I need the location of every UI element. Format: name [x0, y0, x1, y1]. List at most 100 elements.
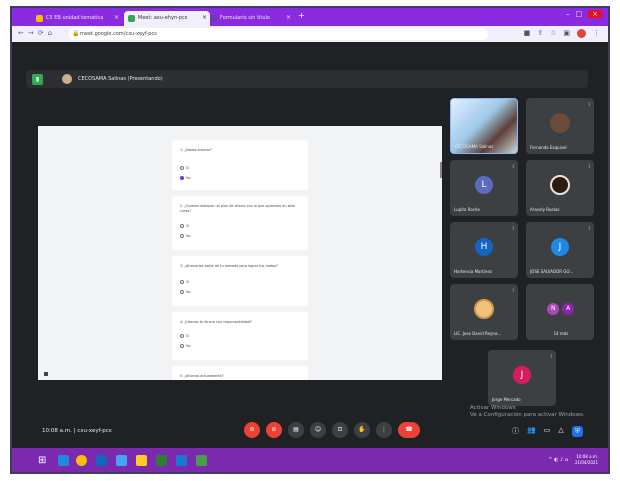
camera-off-icon[interactable]: ⊘	[266, 422, 282, 438]
participant-photo	[550, 112, 570, 133]
mic-off-icon[interactable]: ⊘	[244, 422, 260, 438]
participant-tile[interactable]: ⁞ L Lupita Roche	[450, 160, 518, 216]
file-explorer-icon[interactable]	[136, 455, 147, 466]
hang-up-icon[interactable]: ☎	[398, 422, 420, 438]
star-icon[interactable]: ☆	[550, 29, 556, 38]
taskbar-clock[interactable]: 10:08 a.m. 21/04/2021	[575, 454, 598, 466]
participant-avatar: L	[475, 175, 493, 194]
excel-icon[interactable]	[156, 455, 167, 466]
participant-name: JOSE SALVADOR GO...	[530, 269, 574, 274]
classroom-favicon-icon	[36, 15, 43, 22]
close-tab-icon[interactable]: ×	[114, 14, 119, 21]
radio-icon[interactable]	[180, 344, 184, 348]
edge-icon[interactable]	[58, 455, 69, 466]
address-bar[interactable]: 🔒 meet.google.com/cxu-xeyf-pcs	[68, 28, 488, 40]
option-yes[interactable]: Sí	[180, 280, 189, 284]
browser-toolbar: ←→⟳⌂ 🔒 meet.google.com/cxu-xeyf-pcs ■ ⇪ …	[12, 26, 608, 42]
participant-tile[interactable]: ⁞ J Jorge Mercado	[488, 350, 556, 406]
menu-dots-icon[interactable]: ⋮	[593, 29, 600, 38]
meeting-time: 10:08 a.m.	[42, 428, 72, 434]
option-label: Sí	[186, 224, 190, 228]
emoji-icon[interactable]: ☺	[310, 422, 326, 438]
muted-mic-icon: ⁞	[588, 226, 590, 232]
radio-icon[interactable]	[180, 290, 184, 294]
extensions-icon[interactable]: ▣	[563, 29, 570, 38]
app-icon[interactable]	[196, 455, 207, 466]
option-yes[interactable]: Sí	[180, 166, 189, 170]
window-close-icon[interactable]: ×	[588, 10, 602, 18]
question-card: 5. ¿Ahorras actualmente?	[172, 366, 308, 380]
participant-name: CECOSAMA Salinas	[455, 144, 494, 149]
browser-tab-classroom[interactable]: C5 EB unidad tematica ×	[32, 11, 122, 26]
form-scrollbar[interactable]	[440, 162, 442, 178]
browser-tab-forms[interactable]: Formulario sin titulo ×	[206, 11, 294, 26]
radio-selected-icon[interactable]	[180, 176, 184, 180]
captions-icon[interactable]: ▤	[288, 422, 304, 438]
system-tray-icons[interactable]: ^ ◐ ♪ ⌂	[548, 457, 568, 463]
question-card: 2. ¿Quieres elaborar un plan de ahorro c…	[172, 196, 308, 250]
people-icon[interactable]: 👥	[527, 426, 536, 437]
option-no[interactable]: No	[180, 290, 191, 294]
option-yes[interactable]: Sí	[180, 334, 189, 338]
presentation-indicator	[44, 372, 48, 376]
navigation-icons[interactable]: ←→⟳⌂	[18, 29, 56, 37]
more-participants-label: 14 más	[553, 331, 569, 336]
windows-taskbar: ⊞ ^ ◐ ♪ ⌂ 10:08 a.m. 21/04/2021	[12, 448, 608, 472]
participant-name: Lupita Roche	[454, 207, 480, 212]
radio-icon[interactable]	[180, 280, 184, 284]
participant-tile[interactable]: ⁞ J JOSE SALVADOR GO...	[526, 222, 594, 278]
meet-favicon-icon	[128, 15, 135, 22]
word-icon[interactable]	[176, 455, 187, 466]
participant-tile[interactable]: ⁞ Aracely Ruelas	[526, 160, 594, 216]
option-no[interactable]: No	[180, 344, 191, 348]
call-controls: ⊘ ⊘ ▤ ☺ ⊡ ✋ ⋮ ☎	[244, 422, 420, 438]
participant-tile[interactable]: ⁞ H Hortensia Martinez	[450, 222, 518, 278]
camera-indicator-icon[interactable]: ■	[524, 29, 531, 38]
chrome-icon[interactable]	[76, 455, 87, 466]
profile-avatar[interactable]	[577, 29, 586, 38]
option-label: Sí	[186, 280, 190, 284]
radio-icon[interactable]	[180, 224, 184, 228]
option-no[interactable]: No	[180, 234, 191, 238]
outlook-icon[interactable]	[96, 455, 107, 466]
side-controls: ⓘ 👥 ▭ △ ⛨	[512, 426, 583, 437]
mail-icon[interactable]	[116, 455, 127, 466]
radio-icon[interactable]	[180, 166, 184, 170]
option-label: Sí	[186, 166, 190, 170]
windows-start-icon[interactable]: ⊞	[38, 455, 46, 466]
participant-tile[interactable]: ⁞ LIC. Jose David Reyna...	[450, 284, 518, 340]
raise-hand-icon[interactable]: ✋	[354, 422, 370, 438]
info-icon[interactable]: ⓘ	[512, 426, 519, 437]
close-tab-icon[interactable]: ×	[286, 14, 291, 21]
radio-icon[interactable]	[180, 334, 184, 338]
presented-screen: 1. ¿Sabes ahorrar? Sí No 2. ¿Quieres ela…	[38, 126, 442, 380]
participant-tile[interactable]: ⁞ Fernando Esquivel	[526, 98, 594, 154]
layout-badge-icon[interactable]: ▮	[32, 74, 43, 85]
question-card: 3. ¿Ahorrarías parte de tu mesada para l…	[172, 256, 308, 306]
option-yes[interactable]: Sí	[180, 224, 189, 228]
participant-tile-more[interactable]: N A 14 más	[526, 284, 594, 340]
new-tab-icon[interactable]: +	[298, 11, 305, 20]
tab-label: Meet: axu-ehyn-pcs	[138, 15, 188, 21]
participant-avatar: J	[551, 237, 569, 256]
question-text: 3. ¿Ahorrarías parte de tu mesada para l…	[180, 264, 278, 268]
maximize-icon[interactable]: □	[576, 10, 583, 18]
participant-avatar: A	[562, 302, 575, 315]
host-controls-icon[interactable]: ⛨	[571, 426, 583, 437]
toolbar-icons: ■ ⇪ ☆ ▣ ⋮	[524, 29, 600, 38]
muted-mic-icon: ⁞	[550, 354, 552, 360]
chat-icon[interactable]: ▭	[544, 426, 551, 437]
activities-icon[interactable]: △	[558, 426, 563, 437]
option-label: No	[186, 344, 191, 348]
participant-tile-self[interactable]: CECOSAMA Salinas	[450, 98, 518, 154]
more-options-icon[interactable]: ⋮	[376, 422, 392, 438]
option-label: No	[186, 290, 191, 294]
minimize-icon[interactable]: –	[566, 10, 570, 18]
share-icon[interactable]: ⇪	[537, 29, 543, 38]
participant-photo	[550, 174, 570, 195]
present-screen-icon[interactable]: ⊡	[332, 422, 348, 438]
radio-icon[interactable]	[180, 234, 184, 238]
option-no[interactable]: No	[180, 176, 191, 180]
browser-tab-meet[interactable]: Meet: axu-ehyn-pcs ×	[124, 11, 210, 26]
presenter-avatar	[62, 74, 72, 84]
